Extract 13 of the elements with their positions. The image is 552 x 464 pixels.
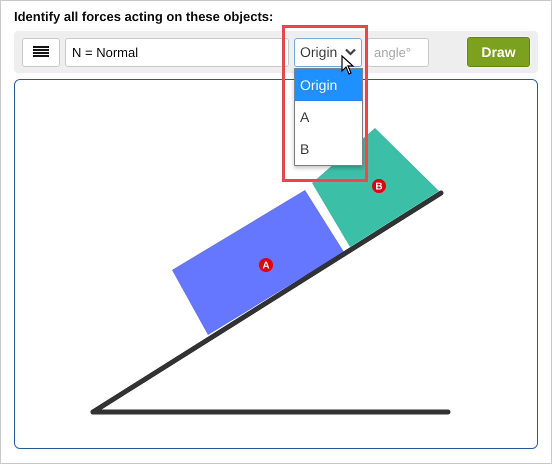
point-marker[interactable]: B	[372, 179, 386, 193]
chevron-icon	[345, 48, 356, 56]
block[interactable]	[312, 128, 439, 247]
menu-icon	[33, 46, 49, 58]
origin-select[interactable]: Origin	[294, 38, 362, 66]
point-marker[interactable]: A	[259, 258, 273, 272]
angle-field[interactable]: angle°	[367, 38, 429, 66]
dropdown-option[interactable]: A	[295, 100, 362, 132]
force-field[interactable]: N = Normal	[65, 38, 289, 66]
block[interactable]	[172, 190, 344, 335]
dropdown-option[interactable]: B	[295, 132, 362, 164]
menu-button[interactable]	[22, 38, 60, 66]
prompt-text: Identify all forces acting on these objects:	[14, 8, 274, 26]
